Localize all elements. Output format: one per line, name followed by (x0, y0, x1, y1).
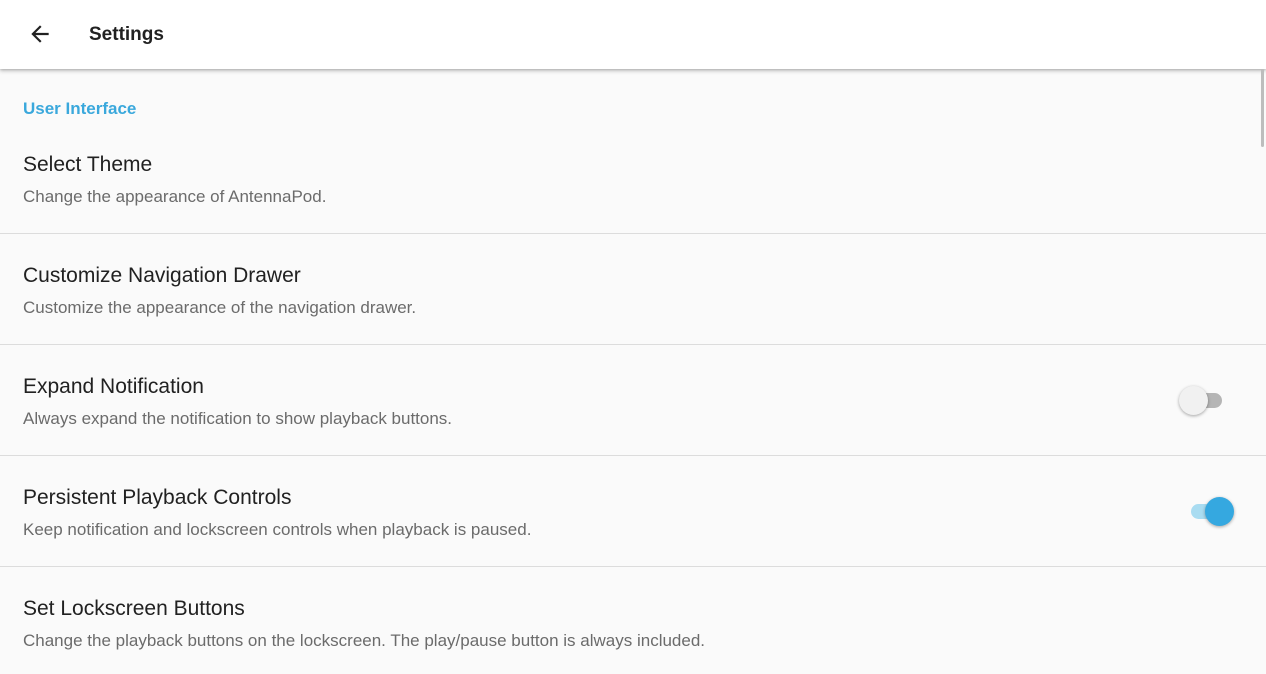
persistent-playback-controls-switch[interactable] (1188, 496, 1234, 526)
pref-summary: Always expand the notification to show p… (23, 409, 453, 428)
back-button[interactable] (22, 16, 58, 52)
pref-title: Select Theme (23, 153, 153, 176)
pref-title: Expand Notification (23, 375, 204, 398)
pref-expand-notification[interactable]: Expand Notification Always expand the no… (0, 345, 1266, 456)
pref-summary: Change the playback buttons on the locks… (23, 631, 706, 650)
switch-thumb (1205, 497, 1234, 526)
pref-persistent-playback-controls[interactable]: Persistent Playback Controls Keep notifi… (0, 456, 1266, 567)
expand-notification-switch[interactable] (1179, 385, 1227, 415)
pref-customize-navigation-drawer[interactable]: Customize Navigation Drawer Customize th… (0, 234, 1266, 345)
pref-summary: Change the appearance of AntennaPod. (23, 187, 327, 206)
page-title: Settings (89, 24, 164, 45)
arrow-back-icon (31, 25, 49, 43)
pref-title: Persistent Playback Controls (23, 486, 292, 509)
scrollbar[interactable] (1261, 69, 1264, 147)
pref-set-lockscreen-buttons[interactable]: Set Lockscreen Buttons Change the playba… (0, 567, 1266, 674)
settings-list: User Interface Select Theme Change the a… (0, 69, 1266, 674)
pref-title: Set Lockscreen Buttons (23, 597, 245, 620)
pref-summary: Keep notification and lockscreen control… (23, 520, 532, 539)
app-bar: Settings (0, 0, 1266, 69)
pref-summary: Customize the appearance of the navigati… (23, 298, 417, 317)
pref-select-theme[interactable]: Select Theme Change the appearance of An… (0, 69, 1266, 234)
switch-thumb (1179, 386, 1208, 415)
pref-title: Customize Navigation Drawer (23, 264, 301, 287)
